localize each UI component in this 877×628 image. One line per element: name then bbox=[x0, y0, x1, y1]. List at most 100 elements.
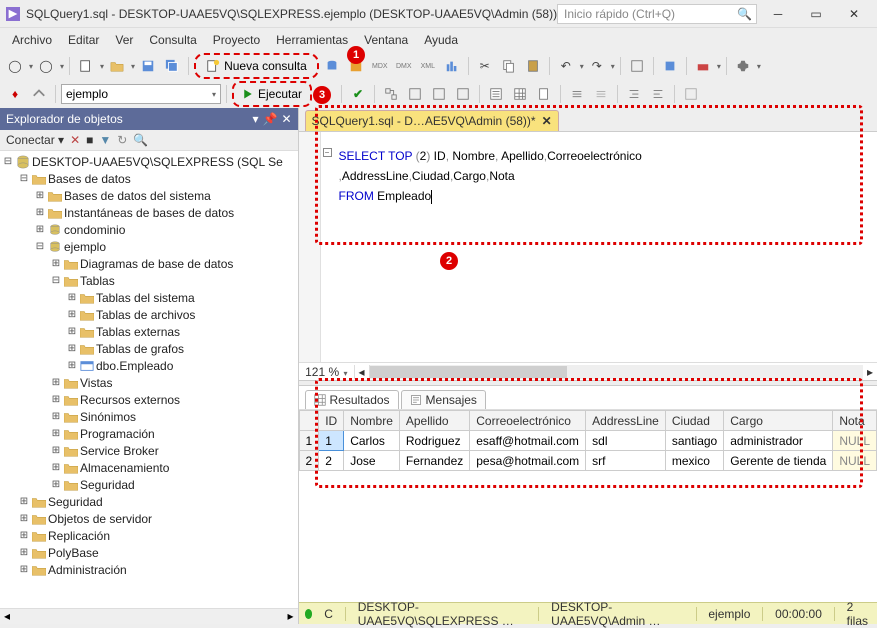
document-tab[interactable]: SQLQuery1.sql - D…AE5VQ\Admin (58))* ✕ bbox=[305, 110, 559, 131]
quick-launch-input[interactable]: Inicio rápido (Ctrl+Q) 🔍 bbox=[557, 4, 757, 24]
tree-programming[interactable]: ⊞Programación bbox=[0, 425, 298, 442]
minimize-button[interactable]: ─ bbox=[761, 3, 795, 25]
db-script-button[interactable] bbox=[321, 55, 343, 77]
horizontal-scrollbar[interactable] bbox=[369, 365, 864, 379]
results-text-button[interactable] bbox=[485, 83, 507, 105]
nav-back-button[interactable]: ◯ bbox=[4, 55, 26, 77]
tree-external-resources[interactable]: ⊞Recursos externos bbox=[0, 391, 298, 408]
menu-proyecto[interactable]: Proyecto bbox=[205, 31, 268, 49]
results-grid-button[interactable] bbox=[509, 83, 531, 105]
menu-ventana[interactable]: Ventana bbox=[356, 31, 416, 49]
tree-external[interactable]: ⊞Tablas externas bbox=[0, 323, 298, 340]
scroll-right-icon[interactable]: ▸ bbox=[863, 365, 877, 379]
tree-databases[interactable]: ⊟Bases de datos bbox=[0, 170, 298, 187]
panel-dropdown-icon[interactable]: ▾ bbox=[252, 112, 258, 126]
zoom-level[interactable]: 121 % ▾ bbox=[299, 365, 355, 379]
messages-tab[interactable]: Mensajes bbox=[401, 390, 486, 409]
save-button[interactable] bbox=[137, 55, 159, 77]
tab-close-icon[interactable]: ✕ bbox=[542, 114, 552, 128]
tree-db-condominio[interactable]: ⊞condominio bbox=[0, 221, 298, 238]
mdx-button[interactable]: MDX bbox=[369, 55, 391, 77]
stop-button-explorer[interactable]: ■ bbox=[86, 133, 93, 147]
client-stats-button[interactable] bbox=[452, 83, 474, 105]
filter-button[interactable]: ▼ bbox=[99, 133, 111, 147]
search-explorer-button[interactable]: 🔍 bbox=[133, 133, 148, 147]
specify-values-button[interactable] bbox=[680, 83, 702, 105]
menu-herramientas[interactable]: Herramientas bbox=[268, 31, 356, 49]
cut-button[interactable]: ✂ bbox=[474, 55, 496, 77]
fold-icon[interactable]: − bbox=[323, 148, 332, 157]
tree-storage[interactable]: ⊞Almacenamiento bbox=[0, 459, 298, 476]
indent-more-button[interactable] bbox=[623, 83, 645, 105]
tree-sysdbs[interactable]: ⊞Bases de datos del sistema bbox=[0, 187, 298, 204]
explorer-scrollbar[interactable]: ◂▸ bbox=[0, 608, 298, 624]
menu-editar[interactable]: Editar bbox=[60, 31, 107, 49]
maximize-button[interactable]: ▭ bbox=[799, 3, 833, 25]
disconnect-button[interactable]: ✕ bbox=[70, 133, 80, 147]
profile-button[interactable] bbox=[441, 55, 463, 77]
execute-button[interactable]: Ejecutar bbox=[236, 83, 308, 105]
live-stats-button[interactable] bbox=[428, 83, 450, 105]
pin-icon[interactable]: 📌 bbox=[262, 112, 277, 126]
tree-service-broker[interactable]: ⊞Service Broker bbox=[0, 442, 298, 459]
save-all-button[interactable] bbox=[161, 55, 183, 77]
tree-views[interactable]: ⊞Vistas bbox=[0, 374, 298, 391]
tree-server-objects[interactable]: ⊞Objetos de servidor bbox=[0, 510, 298, 527]
tree-polybase[interactable]: ⊞PolyBase bbox=[0, 544, 298, 561]
parse-button[interactable]: ✔ bbox=[347, 83, 369, 105]
sql-editor[interactable]: − SELECT TOP (2) ID, Nombre, Apellido,Co… bbox=[299, 132, 877, 362]
tree-systables[interactable]: ⊞Tablas del sistema bbox=[0, 289, 298, 306]
redo-button[interactable]: ↷ bbox=[586, 55, 608, 77]
toolbox-button[interactable] bbox=[692, 55, 714, 77]
estimated-plan-button[interactable] bbox=[380, 83, 402, 105]
object-explorer-tree[interactable]: ⊟DESKTOP-UAAE5VQ\SQLEXPRESS (SQL Se ⊟Bas… bbox=[0, 151, 298, 608]
undo-button[interactable]: ↶ bbox=[555, 55, 577, 77]
tree-synonyms[interactable]: ⊞Sinónimos bbox=[0, 408, 298, 425]
uncomment-button[interactable] bbox=[590, 83, 612, 105]
tree-tables[interactable]: ⊟Tablas bbox=[0, 272, 298, 289]
change-conn-button[interactable] bbox=[28, 83, 50, 105]
open-button[interactable] bbox=[106, 55, 128, 77]
tree-dbo-empleado[interactable]: ⊞dbo.Empleado bbox=[0, 357, 298, 374]
xmla-button[interactable]: XML bbox=[417, 55, 439, 77]
use-db-button[interactable]: ♦ bbox=[4, 83, 26, 105]
status-bar: C DESKTOP-UAAE5VQ\SQLEXPRESS … DESKTOP-U… bbox=[299, 602, 877, 624]
indent-less-button[interactable] bbox=[647, 83, 669, 105]
tree-graph[interactable]: ⊞Tablas de grafos bbox=[0, 340, 298, 357]
actual-plan-button[interactable] bbox=[404, 83, 426, 105]
tree-server[interactable]: ⊟DESKTOP-UAAE5VQ\SQLEXPRESS (SQL Se bbox=[0, 153, 298, 170]
tree-replication[interactable]: ⊞Replicación bbox=[0, 527, 298, 544]
activity-button[interactable] bbox=[659, 55, 681, 77]
new-query-button[interactable]: Nueva consulta bbox=[200, 55, 313, 77]
comment-button[interactable] bbox=[566, 83, 588, 105]
paste-button[interactable] bbox=[522, 55, 544, 77]
nav-fwd-button[interactable]: ◯ bbox=[35, 55, 57, 77]
tree-security-db[interactable]: ⊞Seguridad bbox=[0, 476, 298, 493]
table-row[interactable]: 1 1 Carlos Rodriguez esaff@hotmail.com s… bbox=[299, 431, 877, 451]
menu-archivo[interactable]: Archivo bbox=[4, 31, 60, 49]
table-row[interactable]: 2 2 Jose Fernandez pesa@hotmail.com srf … bbox=[299, 451, 877, 471]
refresh-button[interactable]: ↻ bbox=[117, 133, 127, 147]
properties-button[interactable] bbox=[732, 55, 754, 77]
database-combo[interactable]: ejemplo ▾ bbox=[61, 84, 221, 104]
connect-button[interactable]: Conectar ▾ bbox=[6, 133, 64, 147]
menu-ayuda[interactable]: Ayuda bbox=[416, 31, 466, 49]
close-button[interactable]: ✕ bbox=[837, 3, 871, 25]
tree-filetables[interactable]: ⊞Tablas de archivos bbox=[0, 306, 298, 323]
find-button[interactable] bbox=[626, 55, 648, 77]
results-grid[interactable]: ID Nombre Apellido Correoelectrónico Add… bbox=[299, 410, 877, 471]
menu-ver[interactable]: Ver bbox=[107, 31, 141, 49]
new-button[interactable] bbox=[75, 55, 97, 77]
results-tab[interactable]: Resultados bbox=[305, 390, 399, 409]
copy-button[interactable] bbox=[498, 55, 520, 77]
tree-snapshots[interactable]: ⊞Instantáneas de bases de datos bbox=[0, 204, 298, 221]
scroll-left-icon[interactable]: ◂ bbox=[355, 365, 369, 379]
tree-diagrams[interactable]: ⊞Diagramas de base de datos bbox=[0, 255, 298, 272]
panel-close-icon[interactable]: ✕ bbox=[281, 112, 291, 126]
results-file-button[interactable] bbox=[533, 83, 555, 105]
tree-db-ejemplo[interactable]: ⊟ejemplo bbox=[0, 238, 298, 255]
tree-security-server[interactable]: ⊞Seguridad bbox=[0, 493, 298, 510]
dmx-button[interactable]: DMX bbox=[393, 55, 415, 77]
menu-consulta[interactable]: Consulta bbox=[141, 31, 204, 49]
tree-administration[interactable]: ⊞Administración bbox=[0, 561, 298, 578]
